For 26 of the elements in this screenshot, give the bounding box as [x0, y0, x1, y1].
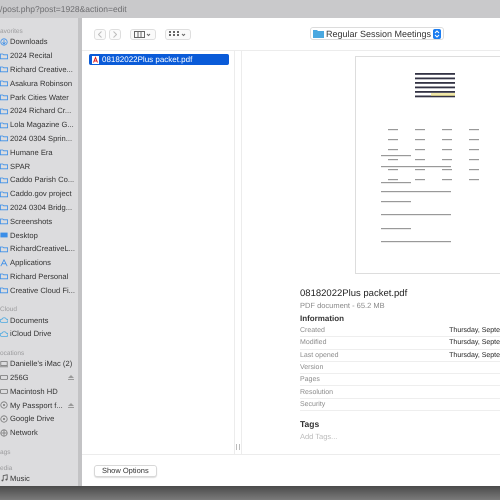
grid-icon — [169, 30, 187, 38]
columns-view-button[interactable] — [130, 28, 156, 40]
desktop-icon — [0, 231, 8, 240]
eject-icon[interactable] — [68, 374, 74, 380]
file-title: 08182022Plus packet.pdf — [300, 288, 408, 299]
eject-icon[interactable] — [68, 402, 74, 408]
computer-icon — [0, 360, 8, 368]
columns-icon — [134, 30, 152, 38]
forward-button[interactable] — [109, 28, 121, 40]
location-popup[interactable]: Regular Session Meetings — [310, 27, 444, 40]
file-row[interactable]: 08182022Plus packet.pdf — [89, 54, 229, 65]
download-icon — [0, 38, 8, 46]
back-button[interactable] — [94, 28, 106, 40]
globe-icon — [0, 428, 8, 437]
section-heading: Tags — [300, 419, 320, 430]
apps-icon — [0, 258, 8, 267]
url-text: /post.php?post=1928&action=edit — [0, 4, 127, 14]
chevron-right-icon — [113, 30, 117, 38]
grid-view-button[interactable] — [165, 28, 191, 40]
music-note-icon — [0, 474, 8, 482]
folder-icon — [313, 29, 324, 38]
chevron-left-icon — [98, 30, 102, 38]
pdf-icon — [92, 56, 99, 64]
stepper-icon — [433, 28, 442, 38]
section-heading: Information — [300, 314, 345, 323]
folder-icon — [0, 244, 8, 253]
